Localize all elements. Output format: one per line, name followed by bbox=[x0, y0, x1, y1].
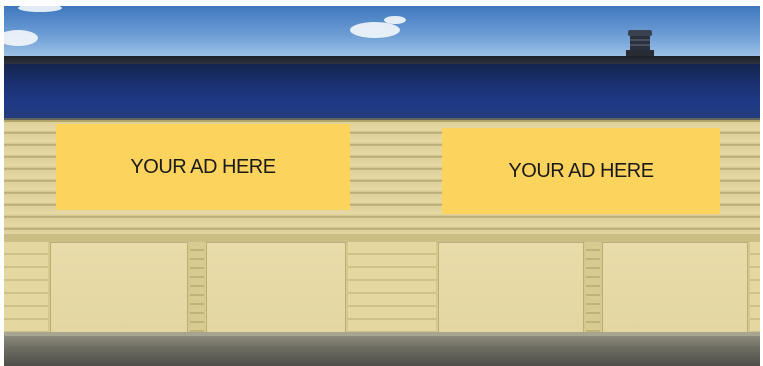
garage-door bbox=[602, 242, 748, 334]
cloud bbox=[384, 16, 406, 24]
wall-pier bbox=[750, 242, 760, 336]
cloud bbox=[350, 22, 400, 38]
garage-door bbox=[50, 242, 188, 334]
pavement bbox=[4, 336, 760, 366]
ad-panel-right-label: YOUR AD HERE bbox=[508, 159, 654, 182]
wall-pier bbox=[348, 242, 436, 336]
ad-panel-left: YOUR AD HERE bbox=[56, 124, 350, 210]
ad-panel-right: YOUR AD HERE bbox=[442, 128, 720, 214]
roof-edge bbox=[4, 56, 760, 64]
door-post bbox=[586, 242, 600, 336]
ad-panel-left-label: YOUR AD HERE bbox=[130, 155, 276, 178]
garage-door bbox=[438, 242, 584, 334]
door-post bbox=[190, 242, 204, 336]
wall-pier bbox=[4, 242, 48, 336]
garage-door bbox=[206, 242, 346, 334]
roof-vent bbox=[626, 30, 654, 56]
blue-fascia bbox=[4, 64, 760, 120]
